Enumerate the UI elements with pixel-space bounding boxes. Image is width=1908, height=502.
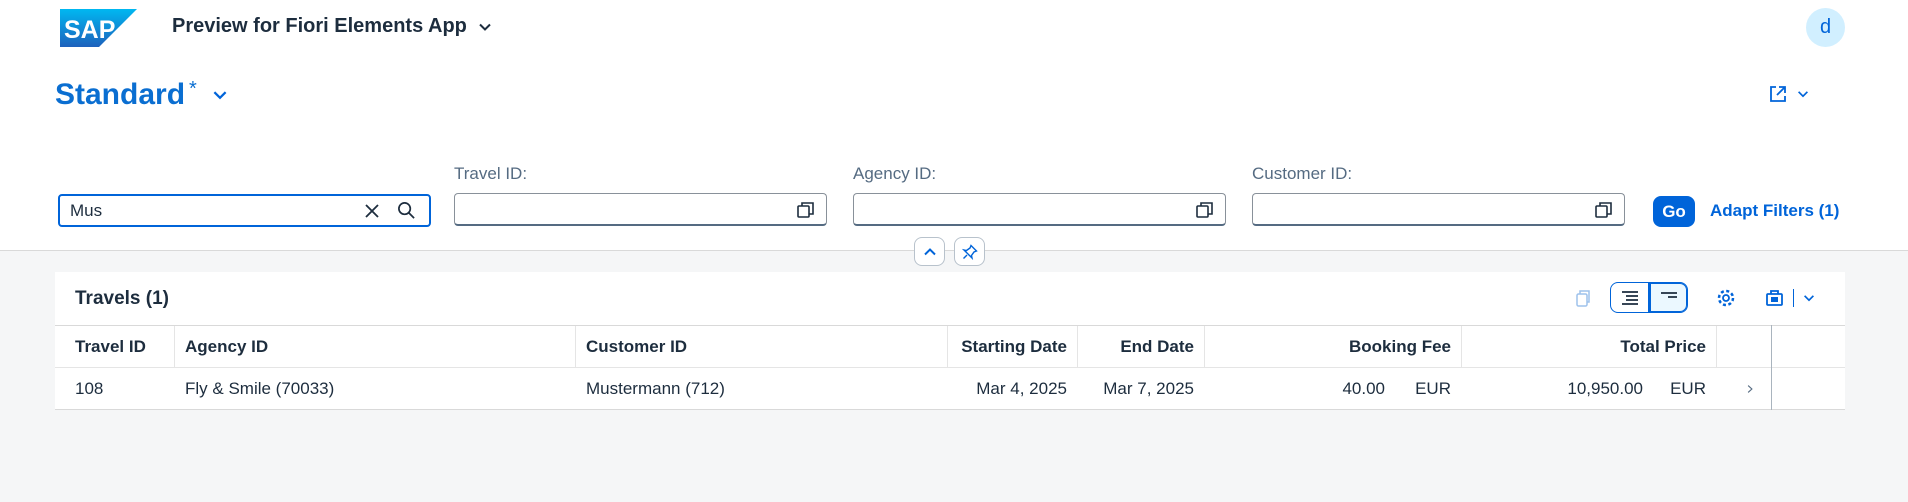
- cell-total-price-currency: EUR: [1670, 378, 1706, 398]
- column-header-agency-id[interactable]: Agency ID: [175, 326, 575, 367]
- agency-id-field[interactable]: [853, 193, 1226, 226]
- cell-end-date: Mar 7, 2025: [1103, 378, 1194, 398]
- cell-total-price: 10,950.00: [1567, 378, 1643, 398]
- customer-id-input[interactable]: [1261, 194, 1591, 222]
- variant-modified-indicator: *: [189, 77, 197, 100]
- pin-header-button[interactable]: [954, 237, 985, 266]
- filter-agency-id: Agency ID:: [853, 164, 1226, 226]
- go-button[interactable]: Go: [1653, 196, 1695, 227]
- shell-bar: SAP Preview for Fiori Elements App d: [0, 0, 1908, 56]
- user-avatar[interactable]: d: [1806, 8, 1845, 47]
- list-collapse-icon: [1660, 291, 1677, 298]
- travel-id-input[interactable]: [463, 194, 793, 222]
- variant-selector[interactable]: Standard *: [55, 78, 229, 112]
- sap-logo-text: SAP: [64, 16, 115, 44]
- app-title-menu[interactable]: Preview for Fiori Elements App: [172, 15, 493, 38]
- adapt-filters-button[interactable]: Adapt Filters (1): [1710, 201, 1839, 221]
- avatar-initial: d: [1819, 16, 1832, 38]
- export-icon: [1765, 290, 1783, 306]
- list-expand-icon: [1621, 290, 1638, 305]
- cell-starting-date: Mar 4, 2025: [976, 378, 1067, 398]
- density-toggle: [1610, 282, 1688, 313]
- chevron-down-icon: [1798, 91, 1808, 98]
- expand-all-button[interactable]: [1610, 282, 1649, 313]
- chevron-right-icon: [1747, 384, 1753, 393]
- column-header-travel-id[interactable]: Travel ID: [65, 326, 175, 367]
- copy-icon: [1576, 290, 1590, 307]
- cell-booking-fee-currency: EUR: [1415, 378, 1451, 398]
- value-help-icon[interactable]: [1594, 200, 1614, 220]
- travels-table: Travels (1) Travel ID Agency ID Customer…: [55, 272, 1845, 410]
- cell-agency: Fly & Smile (70033): [185, 378, 335, 398]
- filter-label-travel-id: Travel ID:: [454, 164, 528, 183]
- search-field[interactable]: [58, 194, 431, 227]
- search-button[interactable]: [395, 200, 417, 222]
- gear-icon: [1717, 289, 1735, 307]
- customer-id-field[interactable]: [1252, 193, 1625, 226]
- column-header-end-date[interactable]: End Date: [1078, 326, 1204, 367]
- filter-label-agency-id: Agency ID:: [853, 164, 937, 183]
- column-divider: [1771, 325, 1772, 410]
- chevron-down-icon: [1803, 295, 1814, 302]
- filter-label-customer-id: Customer ID:: [1252, 164, 1353, 183]
- chevron-down-icon: [213, 91, 227, 100]
- row-navigation[interactable]: [1735, 368, 1765, 409]
- value-help-icon[interactable]: [796, 200, 816, 220]
- search-input[interactable]: [70, 200, 361, 221]
- chevron-up-icon: [923, 247, 936, 255]
- cell-customer: Mustermann (712): [586, 378, 725, 398]
- share-icon: [1770, 86, 1786, 102]
- search-icon: [397, 202, 415, 219]
- value-help-icon[interactable]: [1195, 200, 1215, 220]
- table-header-row: Travel ID Agency ID Customer ID Starting…: [55, 325, 1845, 369]
- filter-travel-id: Travel ID:: [454, 164, 827, 226]
- column-header-customer-id[interactable]: Customer ID: [576, 326, 946, 367]
- column-header-starting-date[interactable]: Starting Date: [948, 326, 1077, 367]
- collapse-all-button[interactable]: [1649, 282, 1688, 313]
- copy-button[interactable]: [1567, 282, 1599, 314]
- column-header-total-price[interactable]: Total Price: [1462, 326, 1716, 367]
- collapse-header-button[interactable]: [914, 237, 945, 266]
- clear-search-button[interactable]: [361, 200, 383, 222]
- share-button[interactable]: [1768, 84, 1810, 104]
- cell-travel-id: 108: [75, 378, 104, 398]
- column-header-booking-fee[interactable]: Booking Fee: [1205, 326, 1461, 367]
- table-settings-button[interactable]: [1710, 282, 1742, 314]
- filter-customer-id: Customer ID:: [1252, 164, 1625, 226]
- table-row[interactable]: 108 Fly & Smile (70033) Mustermann (712)…: [55, 368, 1845, 410]
- chevron-down-icon: [479, 23, 491, 31]
- agency-id-input[interactable]: [862, 194, 1192, 222]
- filter-header: Standard * Travel ID: Agency ID:: [0, 56, 1908, 251]
- cell-booking-fee: 40.00: [1342, 378, 1385, 398]
- pin-icon: [961, 243, 978, 260]
- close-icon: [365, 203, 379, 218]
- export-button[interactable]: [1760, 282, 1820, 314]
- sap-logo[interactable]: SAP: [60, 9, 137, 47]
- travel-id-field[interactable]: [454, 193, 827, 226]
- table-title: Travels (1): [75, 288, 169, 309]
- app-title: Preview for Fiori Elements App: [172, 15, 467, 37]
- variant-name: Standard: [55, 78, 186, 111]
